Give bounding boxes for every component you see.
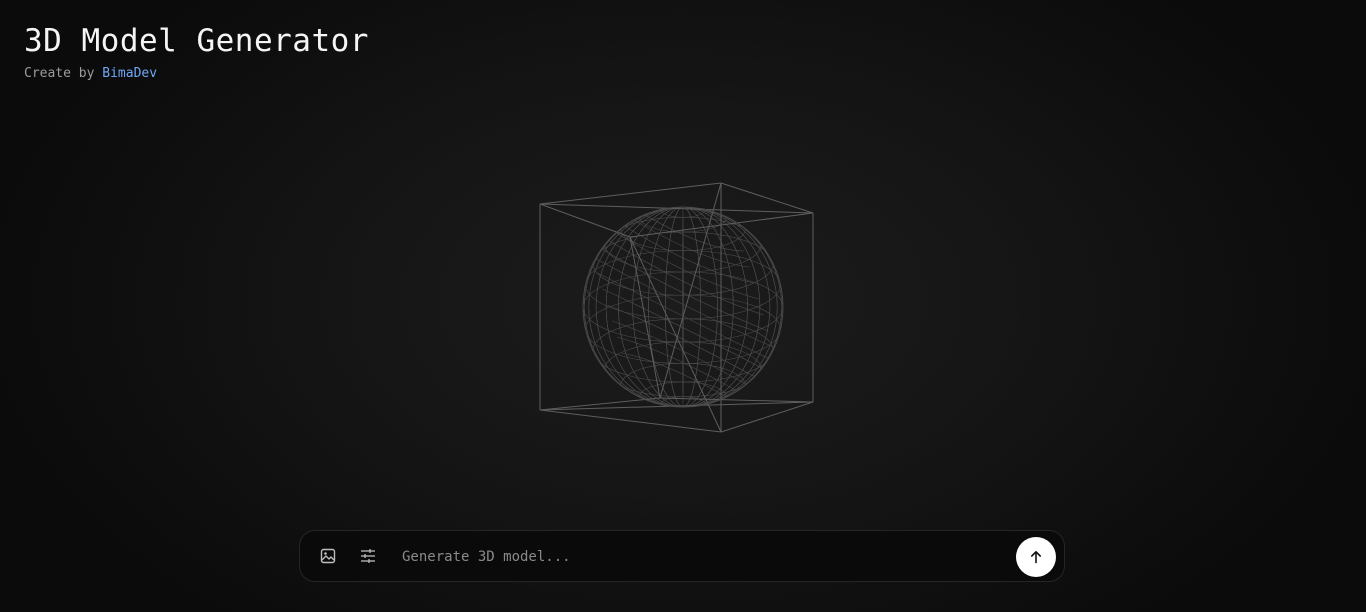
wireframe-sphere [583,207,783,407]
sphere-diagonal [602,288,783,380]
image-icon [320,548,336,564]
image-upload-button[interactable] [317,545,339,567]
cube-edge [539,203,814,214]
subtitle-prefix: Create by [24,66,95,81]
sphere-longitude [682,207,684,407]
sphere-diagonal [612,320,783,407]
sphere-diagonal [616,336,783,407]
prompt-bar [299,530,1065,582]
author-link[interactable]: BimaDev [102,66,157,81]
sliders-icon [361,549,375,563]
cube-edge [720,182,814,214]
send-button[interactable] [1016,537,1056,577]
cube-edge [539,182,722,205]
sphere-diagonal [588,240,769,332]
sphere-diagonal [621,352,783,407]
arrow-up-icon [1031,551,1041,564]
model-viewport[interactable] [520,170,830,450]
subtitle: Create by BimaDev [24,66,369,82]
wireframe-model [539,182,814,433]
cube-edge [539,409,722,433]
cube-edge [720,401,814,433]
sphere-diagonal [597,272,778,364]
header: 3D Model Generator Create by BimaDev [24,22,369,82]
page-title: 3D Model Generator [24,23,369,59]
sphere-diagonal [583,207,745,252]
wireframe-cube [539,182,814,433]
settings-button[interactable] [357,545,379,567]
prompt-input[interactable] [400,544,1004,570]
